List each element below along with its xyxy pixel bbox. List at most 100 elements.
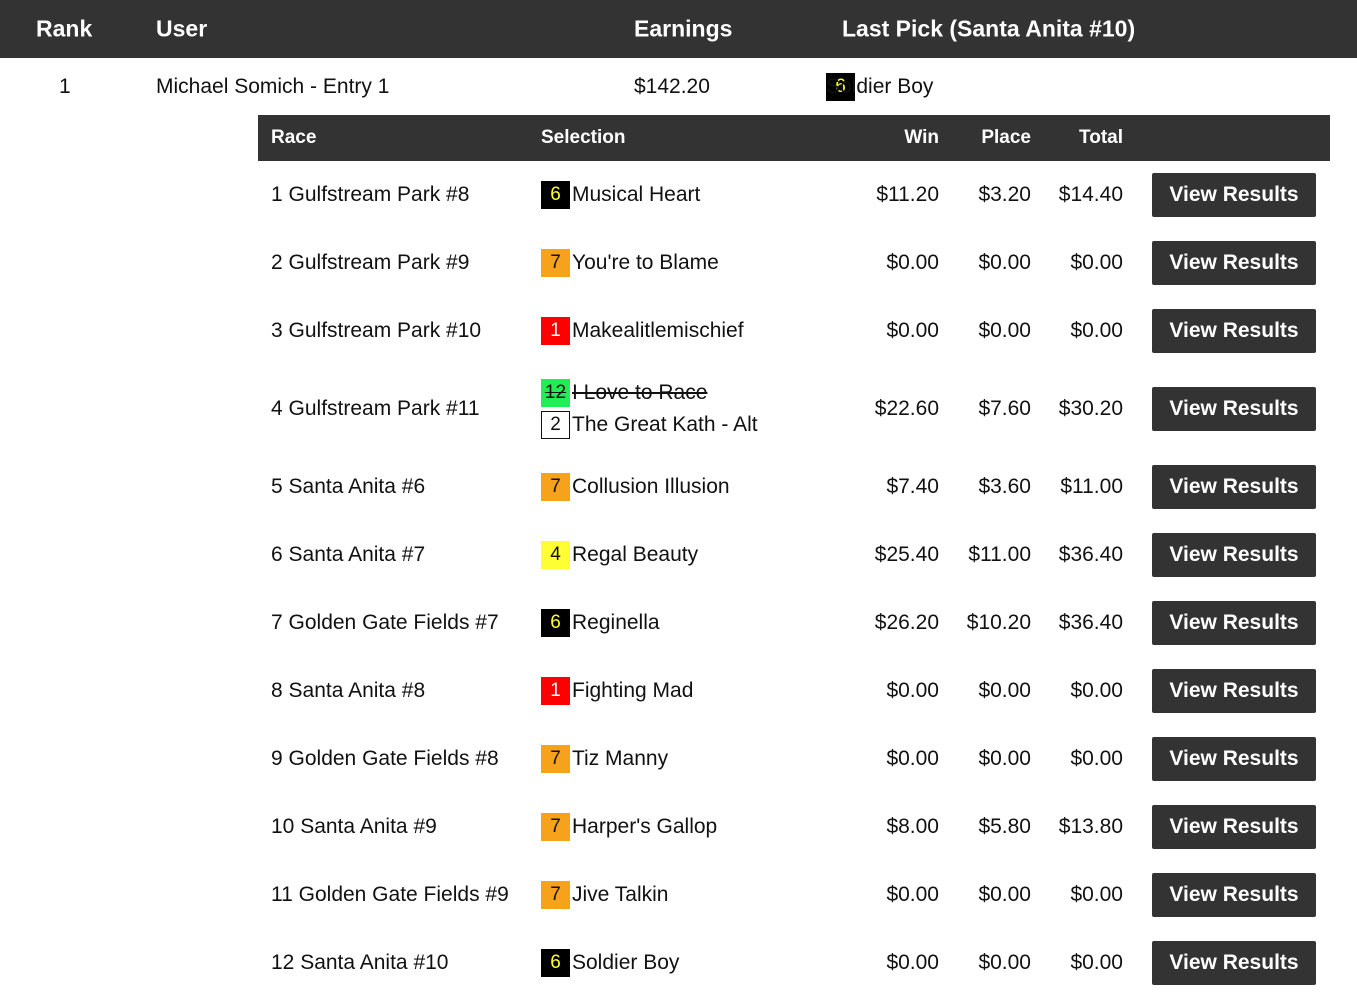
selection-cell: 7 Jive Talkin	[541, 879, 669, 911]
table-row: 4 Gulfstream Park #11 12 I Love to Race 2 Th…	[258, 365, 1330, 453]
win-amount: $0.00	[886, 679, 939, 702]
selection-entry: 4 Regal Beauty	[541, 539, 698, 571]
view-results-button[interactable]: View Results	[1152, 387, 1316, 431]
table-row: 2 Gulfstream Park #9 7 You're to Blame $0.0…	[258, 229, 1330, 297]
place-amount: $10.20	[966, 611, 1031, 634]
total-amount: $0.00	[1070, 319, 1123, 342]
view-results-button[interactable]: View Results	[1152, 601, 1316, 645]
selection-cell: 7 Collusion Illusion	[541, 471, 730, 503]
user-column-header: User	[156, 15, 208, 42]
view-results-button[interactable]: View Results	[1152, 533, 1316, 577]
view-results-button[interactable]: View Results	[1152, 737, 1316, 781]
win-amount: $25.40	[874, 543, 939, 566]
selection-cell: 4 Regal Beauty	[541, 539, 698, 571]
selection-entry: 7 Harper's Gallop	[541, 811, 717, 843]
place-amount: $11.00	[968, 543, 1031, 566]
total-amount: $13.80	[1058, 815, 1123, 838]
table-row: 1 Gulfstream Park #8 6 Musical Heart $11.20…	[258, 161, 1330, 229]
total-amount: $0.00	[1070, 883, 1123, 906]
horse-name: Makealitlemischief	[572, 319, 744, 342]
selection-entry: 1 Makealitlemischief	[541, 315, 744, 347]
horse-name: Musical Heart	[572, 183, 701, 206]
win-amount: $0.00	[886, 951, 939, 974]
selection-entry: 12 I Love to Race	[541, 377, 758, 409]
race-name: 11 Golden Gate Fields #9	[271, 883, 509, 906]
post-position-badge: 12	[541, 379, 570, 407]
place-amount: $5.80	[978, 815, 1031, 838]
selection-cell: 12 I Love to Race 2 The Great Kath - Alt	[541, 377, 758, 441]
view-results-button[interactable]: View Results	[1152, 669, 1316, 713]
win-amount: $0.00	[886, 747, 939, 770]
win-amount: $11.20	[876, 183, 939, 206]
win-amount: $0.00	[886, 319, 939, 342]
post-position-badge: 1	[541, 677, 570, 705]
total-amount: $0.00	[1070, 747, 1123, 770]
post-position-badge: 6	[541, 949, 570, 977]
table-row: 5 Santa Anita #6 7 Collusion Illusion $7.40…	[258, 453, 1330, 521]
selection-column-header: Selection	[541, 127, 626, 148]
place-amount: $7.60	[978, 397, 1031, 420]
place-amount: $0.00	[978, 679, 1031, 702]
selection-entry: 7 Jive Talkin	[541, 879, 669, 911]
post-position-badge: 7	[541, 473, 570, 501]
post-position-badge: 1	[541, 317, 570, 345]
race-name: 12 Santa Anita #10	[271, 951, 449, 974]
horse-name: Regal Beauty	[572, 543, 699, 566]
win-amount: $8.00	[886, 815, 939, 838]
place-amount: $0.00	[978, 319, 1031, 342]
total-amount: $36.40	[1058, 611, 1123, 634]
post-position-badge: 2	[541, 411, 570, 439]
view-results-button[interactable]: View Results	[1152, 873, 1316, 917]
last-pick-column-header: Last Pick (Santa Anita #10)	[842, 15, 1136, 42]
selection-cell: 1 Fighting Mad	[541, 675, 693, 707]
view-results-button[interactable]: View Results	[1152, 241, 1316, 285]
horse-name: The Great Kath - Alt	[572, 413, 758, 436]
post-position-badge: 7	[541, 249, 570, 277]
horse-name: Soldier Boy	[826, 75, 934, 98]
place-column-header: Place	[981, 127, 1031, 148]
race-name: 8 Santa Anita #8	[271, 679, 426, 702]
horse-name: Reginella	[572, 611, 660, 634]
race-name: 6 Santa Anita #7	[271, 543, 426, 566]
win-amount: $26.20	[874, 611, 939, 634]
total-amount: $0.00	[1070, 679, 1123, 702]
view-results-button[interactable]: View Results	[1152, 805, 1316, 849]
place-amount: $0.00	[978, 251, 1031, 274]
table-row: 10 Santa Anita #9 7 Harper's Gallop $8.00 $5…	[258, 793, 1330, 861]
view-results-button[interactable]: View Results	[1152, 173, 1316, 217]
post-position-badge: 6	[541, 609, 570, 637]
leaderboard-entry-row[interactable]: 1 Michael Somich - Entry 1 $142.20 6 Sol…	[0, 58, 1357, 116]
scratched-horse-name: I Love to Race	[572, 381, 708, 404]
post-position-badge: 7	[541, 813, 570, 841]
race-name: 1 Gulfstream Park #8	[271, 183, 470, 206]
place-amount: $0.00	[978, 883, 1031, 906]
win-amount: $0.00	[886, 883, 939, 906]
race-name: 9 Golden Gate Fields #8	[271, 747, 499, 770]
race-name: 4 Gulfstream Park #11	[271, 397, 480, 420]
view-results-button[interactable]: View Results	[1152, 309, 1316, 353]
selection-entry: 6 Musical Heart	[541, 179, 700, 211]
place-amount: $3.20	[978, 183, 1031, 206]
horse-name: Jive Talkin	[572, 883, 669, 906]
table-row: 9 Golden Gate Fields #8 7 Tiz Manny $0.00 $0…	[258, 725, 1330, 793]
selection-cell: 7 You're to Blame	[541, 247, 719, 279]
race-column-header: Race	[271, 127, 317, 148]
horse-name: You're to Blame	[572, 251, 719, 274]
total-amount: $30.20	[1058, 397, 1123, 420]
entry-rank: 1	[59, 75, 71, 98]
post-position-badge: 4	[541, 541, 570, 569]
view-results-button[interactable]: View Results	[1152, 941, 1316, 985]
horse-name: Soldier Boy	[572, 951, 680, 974]
rank-column-header: Rank	[36, 15, 93, 42]
total-amount: $36.40	[1058, 543, 1123, 566]
post-position-badge: 7	[541, 881, 570, 909]
win-column-header: Win	[904, 127, 939, 148]
view-results-button[interactable]: View Results	[1152, 465, 1316, 509]
leaderboard-header: Rank User Earnings Last Pick (Santa Anit…	[0, 0, 1357, 58]
total-amount: $0.00	[1070, 951, 1123, 974]
table-row: 6 Santa Anita #7 4 Regal Beauty $25.40 $11.0…	[258, 521, 1330, 589]
win-amount: $22.60	[874, 397, 939, 420]
picks-table-header: Race Selection Win Place Total	[258, 115, 1330, 161]
selection-cell: 6 Musical Heart	[541, 179, 700, 211]
entry-user-name: Michael Somich - Entry 1	[156, 75, 390, 98]
